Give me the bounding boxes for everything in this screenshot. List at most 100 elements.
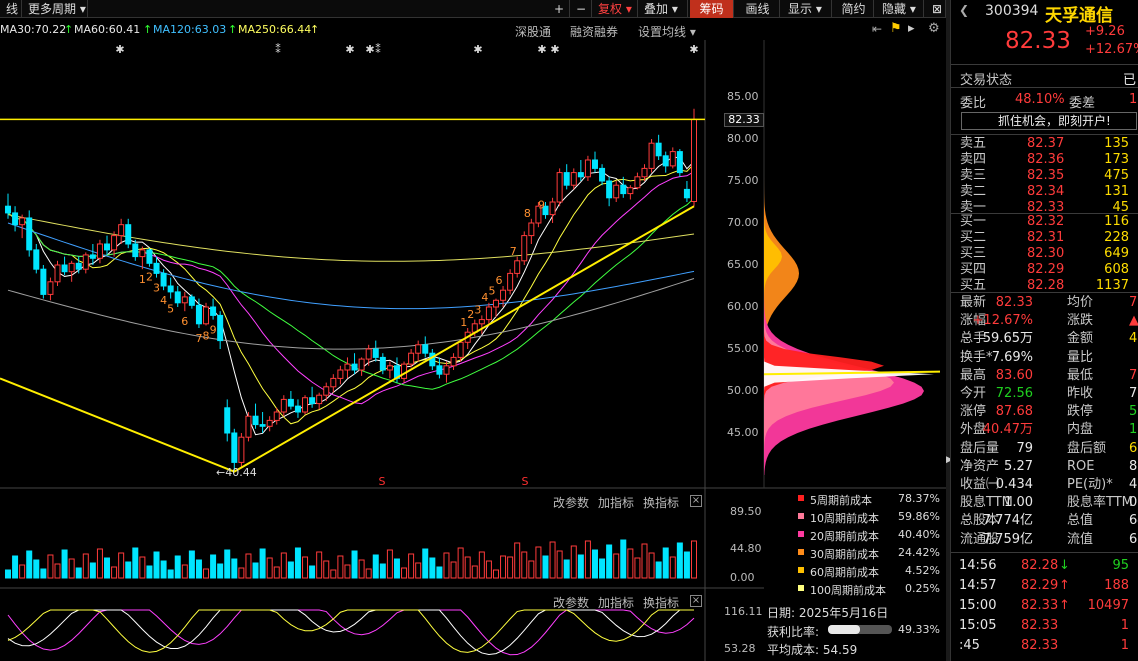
- stat-value: 7.759亿: [982, 531, 1033, 547]
- close-icon[interactable]: ⊠: [926, 0, 946, 18]
- profit-ratio-bar: [828, 625, 892, 634]
- candle-body: [358, 358, 365, 371]
- candle-body: [429, 352, 436, 367]
- tick-time: 15:00: [959, 598, 997, 613]
- period-line-button[interactable]: 线: [0, 0, 22, 18]
- zoom-in-button[interactable]: +: [548, 0, 570, 18]
- flag-icon[interactable]: ⚑: [890, 21, 902, 36]
- volume-bar: [40, 568, 47, 579]
- candle-body: [188, 296, 195, 306]
- chips-button[interactable]: 筹码: [690, 0, 734, 18]
- gear-icon[interactable]: ⚙: [928, 21, 940, 36]
- stock-code: 300394: [985, 3, 1039, 19]
- vol-change-params-link[interactable]: 改参数: [553, 494, 589, 511]
- simple-button[interactable]: 简约: [834, 0, 874, 18]
- volume-bar: [401, 567, 408, 579]
- chevron-down-icon: ▾: [909, 2, 916, 16]
- event-star-marker[interactable]: ✱: [115, 43, 124, 56]
- open-account-banner[interactable]: 抓住机会，即刻开户!: [961, 112, 1137, 130]
- event-star-marker[interactable]: ✱: [689, 43, 698, 56]
- volume-bar: [613, 553, 620, 579]
- event-star-marker[interactable]: ✱: [345, 43, 354, 56]
- cursor-icon[interactable]: ▸: [908, 21, 915, 36]
- volume-bar: [5, 569, 11, 579]
- event-star-marker[interactable]: ⁑: [375, 43, 381, 56]
- volume-bar: [485, 560, 492, 579]
- stat-row: 总手59.65万金额46.9: [951, 330, 1138, 348]
- sell-signal-marker: S: [522, 475, 529, 488]
- adjust-button[interactable]: 复权 ▾: [592, 0, 638, 18]
- sh-connect-link[interactable]: 深股通: [515, 23, 551, 40]
- stat-label: PE(动)*: [1067, 477, 1113, 492]
- candle-body: [231, 432, 238, 463]
- candle-body: [287, 398, 294, 407]
- tick-row: 14:56 82.28 ↓ 95: [951, 556, 1138, 576]
- indent-icon[interactable]: ⇤: [872, 22, 882, 36]
- stat-row: 涨停 87.68 跌停 5: [951, 403, 1138, 421]
- candle-body: [556, 172, 563, 203]
- volume-bar: [337, 555, 344, 579]
- stat-value: 640: [1129, 513, 1138, 529]
- candle-body: [570, 172, 577, 186]
- stat-label: 盘后额: [1067, 440, 1107, 456]
- stat-value: +12.67%: [972, 313, 1033, 329]
- event-star-marker[interactable]: ✱: [537, 43, 546, 56]
- ind-add-indicator-link[interactable]: 加指标: [598, 594, 634, 611]
- volume-bar: [238, 567, 245, 579]
- close-icon[interactable]: ×: [690, 495, 702, 507]
- event-star-marker[interactable]: ⁑: [275, 43, 281, 56]
- chevron-left-icon[interactable]: ❮: [959, 3, 969, 17]
- chip-date: 日期: 2025年5月16日: [767, 606, 889, 620]
- volume-bar: [584, 540, 591, 579]
- close-icon[interactable]: ×: [690, 595, 702, 607]
- candle-body: [648, 142, 655, 169]
- stat-value: 7: [1129, 295, 1138, 310]
- profit-ratio-label: 获利比率:: [767, 625, 820, 639]
- tick-time: 14:56: [959, 558, 997, 573]
- ind-switch-indicator-link[interactable]: 换指标: [643, 594, 679, 611]
- volume-bar: [620, 539, 627, 579]
- vol-switch-indicator-link[interactable]: 换指标: [643, 494, 679, 511]
- candle-body: [125, 224, 132, 245]
- td-seq-number: 2: [467, 308, 474, 321]
- volume-bar: [287, 561, 294, 579]
- more-period-button[interactable]: 更多周期 ▾: [22, 0, 88, 18]
- stat-label: 盘后量: [960, 440, 1000, 456]
- event-star-marker[interactable]: ✱: [550, 43, 559, 56]
- candle-body: [96, 243, 103, 259]
- candle-body: [450, 356, 457, 367]
- ma30-label: MA30:70.22: [0, 23, 67, 36]
- display-button[interactable]: 显示 ▾: [782, 0, 832, 18]
- ma30-line: [7, 197, 695, 390]
- candle-body: [118, 224, 125, 237]
- candle-body: [669, 151, 676, 167]
- margin-link[interactable]: 融资融券: [570, 23, 618, 40]
- event-star-marker[interactable]: ✱: [365, 43, 374, 56]
- stat-label: 涨跌: [1067, 313, 1094, 329]
- price-tick: 55.00: [727, 342, 759, 355]
- zoom-out-button[interactable]: −: [570, 0, 592, 18]
- price-tick: 75.00: [727, 174, 759, 187]
- tick-price: 82.29: [1021, 578, 1059, 593]
- stat-row: 最高 83.60 最低 7: [951, 367, 1138, 385]
- legend-swatch: [798, 495, 804, 501]
- candle-body: [401, 363, 408, 379]
- ma-settings-link[interactable]: 设置均线 ▾: [638, 23, 696, 40]
- overlay-button[interactable]: 叠加 ▾: [638, 0, 688, 18]
- volume-bar: [556, 550, 563, 579]
- event-star-marker[interactable]: ✱: [473, 43, 482, 56]
- vol-add-indicator-link[interactable]: 加指标: [598, 494, 634, 511]
- draw-line-button[interactable]: 画线: [736, 0, 780, 18]
- profit-ratio-value: 49.33%: [898, 623, 940, 636]
- td-seq-number: 6: [496, 274, 503, 287]
- candle-body: [485, 306, 492, 321]
- ind-change-params-link[interactable]: 改参数: [553, 594, 589, 611]
- candle-body: [323, 386, 330, 396]
- candle-body: [584, 159, 591, 178]
- stat-row: 最新 82.33 均价 7: [951, 294, 1138, 312]
- stat-value: 59.65万: [982, 331, 1033, 347]
- td-seq-number: 4: [481, 291, 488, 304]
- volume-bar: [146, 565, 153, 579]
- hide-button[interactable]: 隐藏 ▾: [876, 0, 924, 18]
- volume-bar: [153, 551, 160, 579]
